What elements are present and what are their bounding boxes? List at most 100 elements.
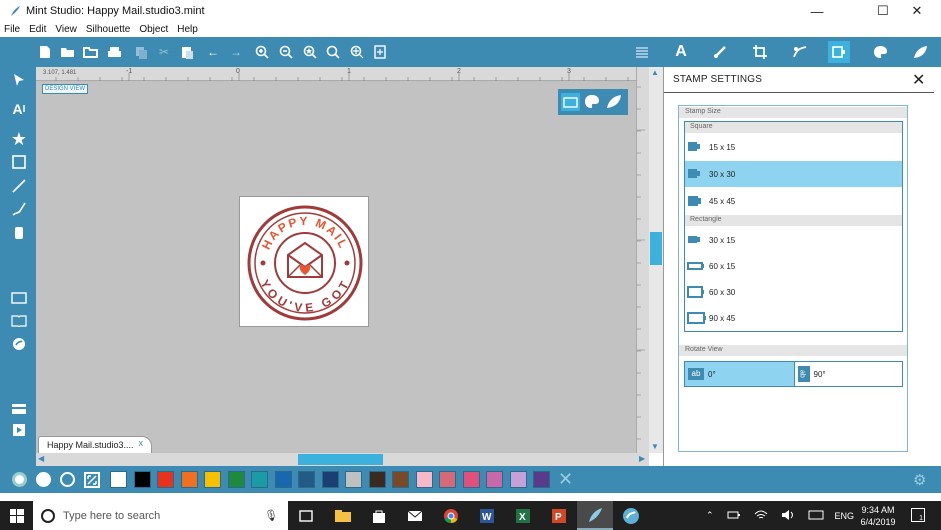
swatch-white[interactable] — [110, 471, 127, 488]
fit-page-icon[interactable] — [372, 44, 388, 60]
square-option-30[interactable]: 30 x 30 — [685, 161, 902, 187]
crop-icon[interactable] — [752, 44, 768, 60]
scroll-up-icon[interactable]: ▲ — [651, 68, 659, 77]
fill-white-icon[interactable] — [36, 472, 51, 487]
cut-icon[interactable]: ✂ — [156, 44, 172, 60]
scroll-down-icon[interactable]: ▼ — [651, 442, 659, 451]
palette-view-icon[interactable] — [584, 94, 600, 114]
open-folder-icon[interactable] — [59, 44, 75, 60]
windows-start-icon[interactable] — [7, 506, 27, 526]
store-icon[interactable] — [10, 335, 28, 353]
text-style-icon[interactable]: A — [673, 43, 689, 60]
rotate-90-option[interactable]: ab 90° — [793, 362, 903, 386]
line-style-icon[interactable] — [712, 44, 728, 60]
menu-silhouette[interactable]: Silhouette — [86, 24, 130, 35]
grid-lines-icon[interactable] — [634, 44, 650, 60]
rectangle-tool-icon[interactable] — [10, 153, 28, 171]
language-indicator[interactable]: ENG — [835, 511, 855, 521]
zoom-out-icon[interactable] — [278, 44, 294, 60]
swatch-green[interactable] — [228, 471, 245, 488]
text-tool-icon[interactable]: AI — [10, 100, 28, 118]
leaf-icon[interactable] — [912, 44, 928, 60]
stamp-document[interactable]: HAPPY MAIL YOU'VE GOT — [239, 196, 369, 327]
swatch-brown[interactable] — [392, 471, 409, 488]
leaf-view-icon[interactable] — [606, 94, 622, 114]
swatch-steel-blue[interactable] — [298, 471, 315, 488]
rectangle-option-60x15[interactable]: 60 x 15 — [685, 253, 902, 279]
document-tab[interactable]: Happy Mail.studio3.... x — [38, 436, 152, 453]
maximize-button[interactable]: ☐ — [866, 0, 900, 22]
horizontal-scrollbar[interactable]: ◀ ▶ — [36, 453, 649, 466]
mail-icon[interactable] — [405, 506, 425, 526]
swatch-yellow[interactable] — [204, 471, 221, 488]
eraser-tool-icon[interactable] — [10, 224, 28, 242]
star-shape-icon[interactable]: ★ — [10, 129, 28, 149]
design-page-icon[interactable] — [10, 289, 28, 307]
menu-object[interactable]: Object — [139, 24, 168, 35]
chrome-icon[interactable] — [441, 506, 461, 526]
horizontal-scroll-thumb[interactable] — [298, 454, 383, 465]
zoom-fit-icon[interactable] — [325, 44, 341, 60]
swatch-red[interactable] — [157, 471, 174, 488]
swatch-grey[interactable] — [345, 471, 362, 488]
pan-icon[interactable] — [349, 44, 365, 60]
excel-icon[interactable]: X — [513, 506, 533, 526]
notification-center-icon[interactable]: 1 — [911, 508, 925, 522]
volume-icon[interactable] — [781, 509, 795, 523]
page-view-icon[interactable] — [561, 93, 580, 111]
trace-icon[interactable] — [792, 44, 808, 60]
vertical-scrollbar[interactable]: ▲ ▼ — [649, 67, 663, 453]
swatch-purple[interactable] — [533, 471, 550, 488]
settings-gear-icon[interactable]: ⚙ — [913, 471, 926, 489]
tray-chevron-icon[interactable]: ⌃ — [706, 510, 714, 521]
taskbar-clock[interactable]: 9:34 AM 6/4/2019 — [853, 504, 903, 528]
menu-file[interactable]: File — [4, 24, 20, 35]
silhouette-taskbar-icon[interactable] — [621, 506, 641, 526]
document-tab-close-icon[interactable]: x — [139, 438, 144, 448]
new-file-icon[interactable] — [37, 44, 53, 60]
select-arrow-icon[interactable] — [10, 71, 28, 89]
swatch-pink[interactable] — [463, 471, 480, 488]
swatch-black[interactable] — [134, 471, 151, 488]
microphone-icon[interactable]: 🎙 — [264, 509, 278, 522]
scroll-left-icon[interactable]: ◀ — [38, 454, 44, 463]
swatch-blue[interactable] — [275, 471, 292, 488]
rotate-0-option[interactable]: ab 0° — [685, 362, 794, 386]
vertical-scroll-thumb[interactable] — [650, 232, 662, 265]
rectangle-option-90x45[interactable]: 90 x 45 — [685, 305, 902, 331]
pen-tool-icon[interactable] — [10, 200, 28, 218]
library-book-icon[interactable] — [10, 312, 28, 330]
play-icon[interactable] — [10, 421, 28, 439]
swatch-lavender[interactable] — [510, 471, 527, 488]
rectangle-option-60x30[interactable]: 60 x 30 — [685, 279, 902, 305]
minimize-button[interactable]: — — [800, 0, 834, 22]
close-button[interactable]: ✕ — [900, 0, 934, 22]
print-icon[interactable] — [106, 44, 122, 60]
paste-icon[interactable] — [179, 44, 195, 60]
swatch-navy[interactable] — [322, 471, 339, 488]
menu-help[interactable]: Help — [177, 24, 198, 35]
outline-circle-icon[interactable] — [60, 472, 75, 487]
store-bag-icon[interactable] — [369, 506, 389, 526]
scroll-right-icon[interactable]: ▶ — [639, 454, 645, 463]
zoom-selection-icon[interactable] — [302, 44, 318, 60]
taskbar-search-box[interactable]: Type here to search 🎙 — [33, 501, 288, 530]
square-option-15[interactable]: 15 x 15 — [685, 134, 902, 160]
word-icon[interactable]: W — [477, 506, 497, 526]
menu-edit[interactable]: Edit — [29, 24, 46, 35]
menu-view[interactable]: View — [55, 24, 77, 35]
mint-studio-taskbar-icon[interactable] — [577, 501, 613, 530]
open-library-icon[interactable] — [82, 44, 98, 60]
task-view-icon[interactable] — [296, 506, 316, 526]
keyboard-icon[interactable] — [808, 510, 824, 522]
no-color-icon[interactable]: ✕ — [558, 469, 573, 490]
swatch-light-pink[interactable] — [416, 471, 433, 488]
send-panel-icon[interactable] — [10, 400, 28, 418]
redo-icon[interactable]: → — [228, 44, 244, 60]
copy-icon[interactable] — [133, 44, 149, 60]
stamp-settings-icon[interactable] — [828, 41, 850, 63]
swatch-teal[interactable] — [251, 471, 268, 488]
expand-icon[interactable] — [84, 472, 100, 488]
file-explorer-icon[interactable] — [333, 506, 353, 526]
swatch-rose[interactable] — [439, 471, 456, 488]
